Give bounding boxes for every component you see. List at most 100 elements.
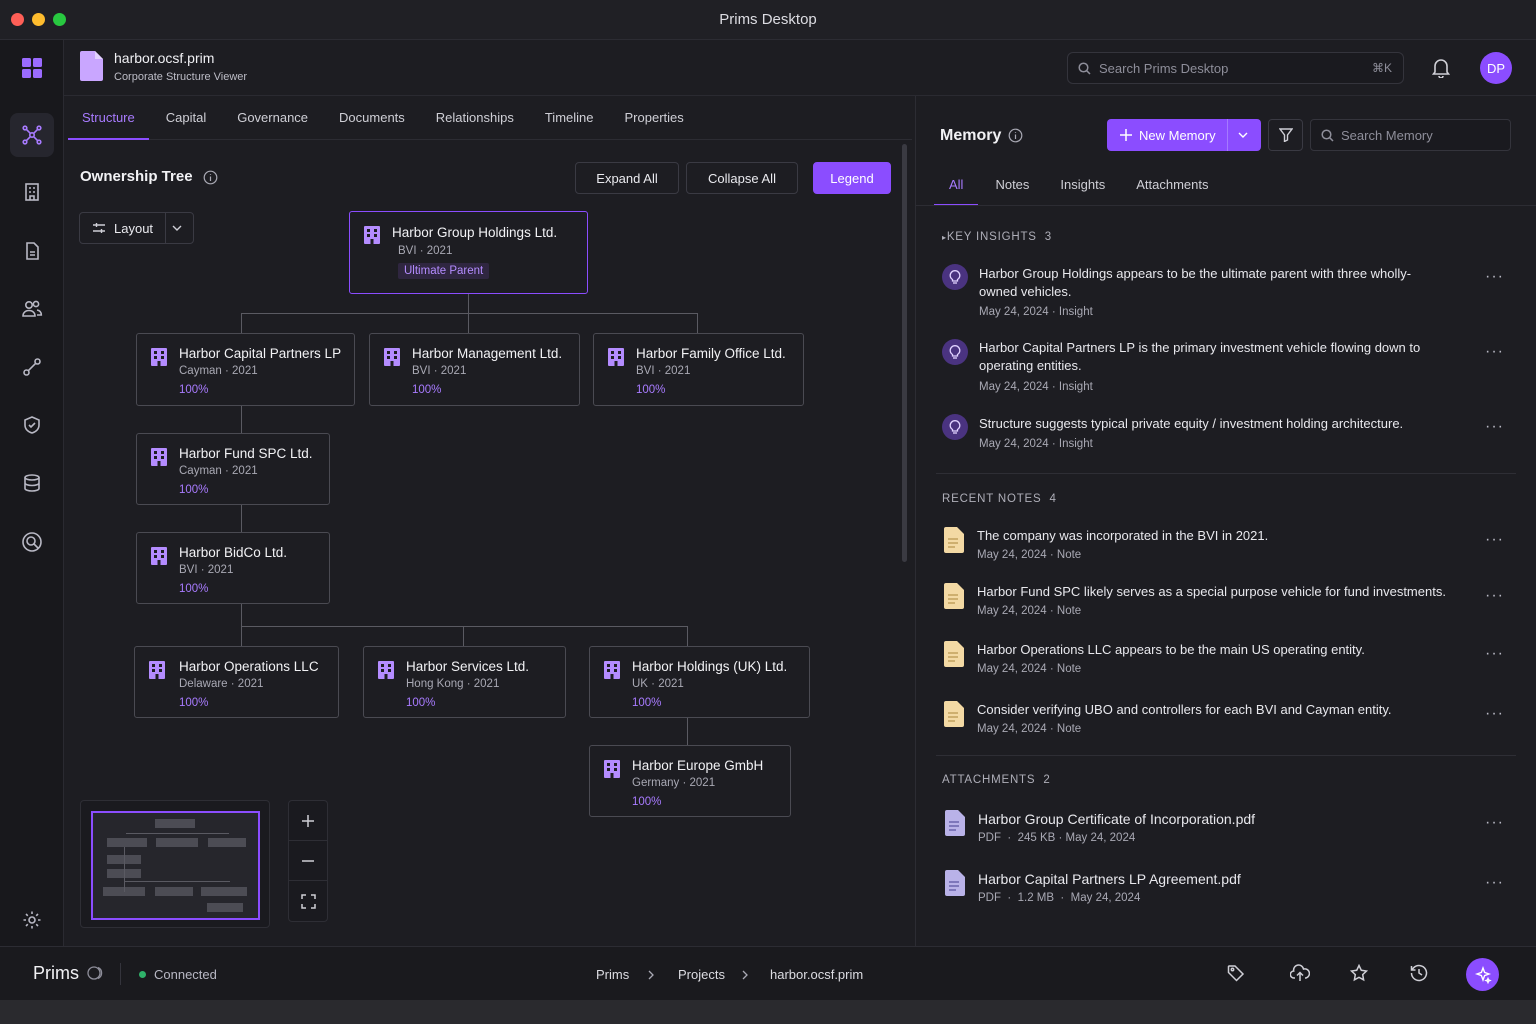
key-insights-label: KEY INSIGHTS xyxy=(946,231,1037,243)
collapse-all-button[interactable]: Collapse All xyxy=(686,162,798,194)
recent-notes-header[interactable]: RECENT NOTES 4 xyxy=(942,493,1057,505)
minimap-viewport[interactable] xyxy=(91,811,260,920)
entity-name: Harbor Management Ltd. xyxy=(412,346,563,361)
entity-node[interactable]: Harbor Operations LLC Delaware · 2021 10… xyxy=(134,646,339,718)
cloud-upload-icon[interactable] xyxy=(1289,962,1311,984)
entity-name: Harbor Family Office Ltd. xyxy=(636,346,786,361)
filter-button[interactable] xyxy=(1268,119,1303,151)
memory-tab-notes[interactable]: Notes xyxy=(981,166,1043,206)
entity-node[interactable]: Harbor Holdings (UK) Ltd. UK · 2021 100% xyxy=(589,646,810,718)
notification-bell-icon[interactable] xyxy=(1432,58,1450,78)
new-memory-button[interactable]: New Memory xyxy=(1107,119,1261,151)
note-meta: May 24, 2024 · Note xyxy=(977,723,1082,735)
zoom-in-button[interactable] xyxy=(289,801,327,841)
attachment-item[interactable]: Harbor Capital Partners LP Agreement.pdf… xyxy=(942,870,1504,910)
entity-node[interactable]: Harbor Europe GmbH Germany · 2021 100% xyxy=(589,745,791,817)
attachments-count: 2 xyxy=(1043,774,1051,786)
ownership-percent: 100% xyxy=(406,697,436,709)
layout-label: Layout xyxy=(114,220,154,236)
ownership-percent: 100% xyxy=(179,583,209,595)
minus-icon xyxy=(302,859,314,862)
chevron-down-icon[interactable] xyxy=(1238,132,1248,139)
history-icon[interactable] xyxy=(1408,962,1430,984)
file-subtitle: Corporate Structure Viewer xyxy=(114,71,248,83)
insight-meta: May 24, 2024 · Insight xyxy=(979,438,1093,450)
people-nav-icon[interactable] xyxy=(10,287,54,331)
settings-gear-icon[interactable] xyxy=(10,898,54,942)
entity-node[interactable]: Harbor Family Office Ltd. BVI · 2021 100… xyxy=(593,333,804,406)
entity-node[interactable]: Harbor BidCo Ltd. BVI · 2021 100% xyxy=(136,532,330,604)
memory-tab-insights[interactable]: Insights xyxy=(1046,166,1119,206)
entity-node-root[interactable]: Harbor Group Holdings Ltd. BVI · 2021 Ul… xyxy=(349,211,588,294)
link-nav-icon[interactable] xyxy=(10,345,54,389)
breadcrumb-prims[interactable]: Prims xyxy=(596,967,629,982)
more-options-icon[interactable]: ··· xyxy=(1485,705,1504,723)
more-options-icon[interactable]: ··· xyxy=(1485,645,1504,663)
tab-relationships[interactable]: Relationships xyxy=(422,96,528,140)
entity-node[interactable]: Harbor Services Ltd. Hong Kong · 2021 10… xyxy=(363,646,566,718)
tab-capital[interactable]: Capital xyxy=(152,96,220,140)
tab-governance[interactable]: Governance xyxy=(223,96,322,140)
fit-view-button[interactable] xyxy=(289,881,327,921)
more-options-icon[interactable]: ··· xyxy=(1485,343,1504,361)
star-icon[interactable] xyxy=(1348,962,1370,984)
tree-scrollbar[interactable] xyxy=(902,144,907,562)
tab-documents[interactable]: Documents xyxy=(325,96,419,140)
entity-meta: Cayman · 2021 xyxy=(179,465,258,477)
search-scan-nav-icon[interactable] xyxy=(10,520,54,564)
shield-nav-icon[interactable] xyxy=(10,403,54,447)
insight-item[interactable]: Harbor Capital Partners LP is the primar… xyxy=(942,339,1504,399)
user-avatar[interactable]: DP xyxy=(1480,52,1512,84)
note-icon xyxy=(944,641,964,667)
tab-structure[interactable]: Structure xyxy=(68,96,149,140)
attachment-item[interactable]: Harbor Group Certificate of Incorporatio… xyxy=(942,810,1504,850)
breadcrumb-file[interactable]: harbor.ocsf.prim xyxy=(770,967,863,982)
more-options-icon[interactable]: ··· xyxy=(1485,874,1504,892)
tree-minimap[interactable] xyxy=(80,800,270,928)
entity-node[interactable]: Harbor Capital Partners LP Cayman · 2021… xyxy=(136,333,355,406)
breadcrumb-projects[interactable]: Projects xyxy=(678,967,725,982)
memory-tab-attachments[interactable]: Attachments xyxy=(1122,166,1222,206)
info-icon[interactable] xyxy=(203,170,218,185)
structure-nav-icon[interactable] xyxy=(10,113,54,157)
note-item[interactable]: Harbor Operations LLC appears to be the … xyxy=(942,641,1504,681)
key-insights-header[interactable]: ▸KEY INSIGHTS 3 xyxy=(942,231,1052,243)
global-search-input[interactable]: Search Prims Desktop ⌘K xyxy=(1067,52,1404,84)
insight-meta: May 24, 2024 · Insight xyxy=(979,381,1093,393)
entity-meta: Hong Kong · 2021 xyxy=(406,678,500,690)
more-options-icon[interactable]: ··· xyxy=(1485,268,1504,286)
apps-grid-icon[interactable] xyxy=(10,46,54,90)
building-icon xyxy=(149,661,165,679)
more-options-icon[interactable]: ··· xyxy=(1485,531,1504,549)
memory-title: Memory xyxy=(940,127,1002,144)
memory-tab-all[interactable]: All xyxy=(934,166,979,206)
entity-node[interactable]: Harbor Fund SPC Ltd. Cayman · 2021 100% xyxy=(136,433,330,505)
info-icon[interactable] xyxy=(1008,128,1023,143)
memory-search-input[interactable]: Search Memory xyxy=(1310,119,1511,151)
tab-properties[interactable]: Properties xyxy=(611,96,698,140)
insight-item[interactable]: Harbor Group Holdings appears to be the … xyxy=(942,264,1504,324)
note-item[interactable]: Consider verifying UBO and controllers f… xyxy=(942,701,1504,741)
tag-icon[interactable] xyxy=(1225,962,1247,984)
insight-item[interactable]: Structure suggests typical private equit… xyxy=(942,414,1504,456)
layout-dropdown[interactable]: Layout xyxy=(79,212,194,244)
entity-meta: BVI · 2021 xyxy=(398,245,453,257)
attachments-header[interactable]: ATTACHMENTS 2 xyxy=(942,774,1051,786)
entity-node[interactable]: Harbor Management Ltd. BVI · 2021 100% xyxy=(369,333,580,406)
database-nav-icon[interactable] xyxy=(10,461,54,505)
ai-sparkle-button[interactable] xyxy=(1466,958,1499,991)
note-item[interactable]: The company was incorporated in the BVI … xyxy=(942,527,1504,567)
building-nav-icon[interactable] xyxy=(10,170,54,214)
bottom-strip xyxy=(0,1000,1536,1024)
tab-timeline[interactable]: Timeline xyxy=(531,96,608,140)
note-meta: May 24, 2024 · Note xyxy=(977,663,1082,675)
building-icon xyxy=(604,661,620,679)
expand-all-button[interactable]: Expand All xyxy=(575,162,679,194)
more-options-icon[interactable]: ··· xyxy=(1485,418,1504,436)
more-options-icon[interactable]: ··· xyxy=(1485,587,1504,605)
document-nav-icon[interactable] xyxy=(10,229,54,273)
note-item[interactable]: Harbor Fund SPC likely serves as a speci… xyxy=(942,583,1504,623)
more-options-icon[interactable]: ··· xyxy=(1485,814,1504,832)
zoom-out-button[interactable] xyxy=(289,841,327,881)
legend-button[interactable]: Legend xyxy=(813,162,891,194)
